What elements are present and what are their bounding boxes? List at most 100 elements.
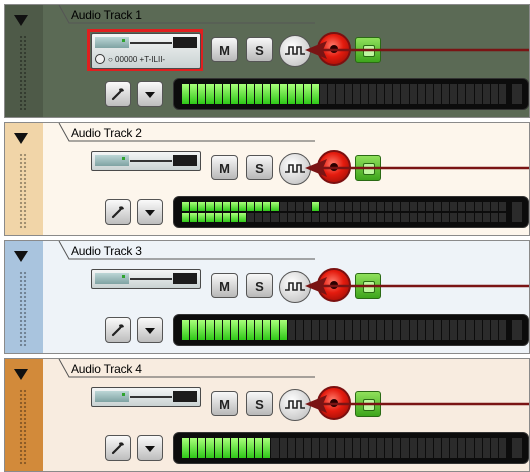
meter-segment <box>360 202 368 211</box>
fader-handle[interactable] <box>173 391 197 402</box>
solo-button[interactable]: S <box>246 273 273 298</box>
meter-segment <box>182 84 190 104</box>
fx-button[interactable] <box>105 199 131 225</box>
meter-segment <box>279 202 287 211</box>
track-color-strip[interactable] <box>5 123 43 235</box>
track-menu-dropdown[interactable] <box>137 317 163 343</box>
meter-segment <box>417 438 425 458</box>
meter-segment <box>344 320 352 340</box>
track-color-strip[interactable] <box>5 5 43 117</box>
wrench-icon <box>111 88 124 101</box>
fader-track[interactable] <box>130 396 172 398</box>
triangle-down-icon[interactable] <box>14 251 28 262</box>
meter-segment <box>417 202 425 211</box>
pan-knob-icon[interactable] <box>95 54 105 64</box>
clip-indicator <box>512 84 522 104</box>
meter-segment <box>482 438 490 458</box>
fader-handle[interactable] <box>173 37 197 48</box>
pan-control[interactable]: ○ 00000 +T-ILII- <box>95 53 197 65</box>
mute-button[interactable]: M <box>211 391 238 416</box>
meter-segment <box>344 438 352 458</box>
meter-segment <box>344 213 352 222</box>
audio-track-4[interactable]: Audio Track 4 M S <box>4 358 530 472</box>
track-name-tab[interactable]: Audio Track 1 <box>57 5 317 27</box>
meter-segment <box>255 438 263 458</box>
meter-segment <box>498 438 506 458</box>
track-name-tab[interactable]: Audio Track 3 <box>57 241 317 263</box>
fader-position-marker <box>122 157 125 160</box>
mute-button[interactable]: M <box>211 155 238 180</box>
meter-segment <box>206 202 214 211</box>
meter-channel <box>182 202 506 211</box>
track-menu-dropdown[interactable] <box>137 435 163 461</box>
meter-segment <box>182 202 190 211</box>
drag-handle-icon[interactable] <box>19 153 27 229</box>
meter-segment <box>352 202 360 211</box>
meter-segment <box>442 438 450 458</box>
meter-segment <box>498 320 506 340</box>
track-color-strip[interactable] <box>5 241 43 353</box>
volume-fader[interactable] <box>91 151 201 171</box>
track-name-tab[interactable]: Audio Track 4 <box>57 359 317 381</box>
drag-handle-icon[interactable] <box>19 389 27 465</box>
mute-button[interactable]: M <box>211 37 238 62</box>
fx-button[interactable] <box>105 317 131 343</box>
fader-position-marker <box>122 39 125 42</box>
fader-track[interactable] <box>130 42 172 44</box>
meter-segment <box>466 320 474 340</box>
meter-segment <box>312 84 320 104</box>
triangle-down-icon[interactable] <box>14 369 28 380</box>
audio-track-2[interactable]: Audio Track 2 M S <box>4 122 530 236</box>
meter-bars <box>182 84 506 104</box>
fx-button[interactable] <box>105 81 131 107</box>
fader-track[interactable] <box>130 278 172 280</box>
meter-segment <box>498 202 506 211</box>
meter-segment <box>466 213 474 222</box>
volume-fader[interactable] <box>91 387 201 407</box>
fader-position-marker <box>122 393 125 396</box>
meter-segment <box>393 438 401 458</box>
meter-segment <box>401 438 409 458</box>
meter-segment <box>320 84 328 104</box>
meter-segment <box>182 213 190 222</box>
drag-handle-icon[interactable] <box>19 35 27 111</box>
fader-track[interactable] <box>130 160 172 162</box>
solo-button[interactable]: S <box>246 391 273 416</box>
volume-fader[interactable]: ○ 00000 +T-ILII- <box>91 33 201 69</box>
track-name[interactable]: Audio Track 4 <box>71 362 142 376</box>
meter-segment <box>474 438 482 458</box>
fader-handle[interactable] <box>173 273 197 284</box>
meter-segment <box>271 320 279 340</box>
mute-button[interactable]: M <box>211 273 238 298</box>
meter-segment <box>295 202 303 211</box>
meter-segment <box>214 202 222 211</box>
fader-handle[interactable] <box>173 155 197 166</box>
meter-segment <box>238 84 246 104</box>
meter-segment <box>312 438 320 458</box>
meter-segment <box>401 213 409 222</box>
audio-track-1[interactable]: Audio Track 1 ○ 00000 +T-ILII- M S <box>4 4 530 118</box>
track-name[interactable]: Audio Track 2 <box>71 126 142 140</box>
meter-segment <box>303 438 311 458</box>
volume-fader[interactable] <box>91 269 201 289</box>
level-meter <box>173 432 529 464</box>
solo-button[interactable]: S <box>246 37 273 62</box>
track-menu-dropdown[interactable] <box>137 199 163 225</box>
solo-button[interactable]: S <box>246 155 273 180</box>
triangle-down-icon[interactable] <box>14 15 28 26</box>
meter-segment <box>206 320 214 340</box>
audio-track-3[interactable]: Audio Track 3 M S <box>4 240 530 354</box>
track-menu-dropdown[interactable] <box>137 81 163 107</box>
meter-segment <box>320 213 328 222</box>
meter-segment <box>287 438 295 458</box>
meter-segment <box>442 84 450 104</box>
triangle-down-icon[interactable] <box>14 133 28 144</box>
meter-segment <box>368 202 376 211</box>
track-name[interactable]: Audio Track 3 <box>71 244 142 258</box>
track-color-strip[interactable] <box>5 359 43 471</box>
track-name[interactable]: Audio Track 1 <box>71 8 142 22</box>
drag-handle-icon[interactable] <box>19 271 27 347</box>
fx-button[interactable] <box>105 435 131 461</box>
meter-segment <box>474 84 482 104</box>
track-name-tab[interactable]: Audio Track 2 <box>57 123 317 145</box>
